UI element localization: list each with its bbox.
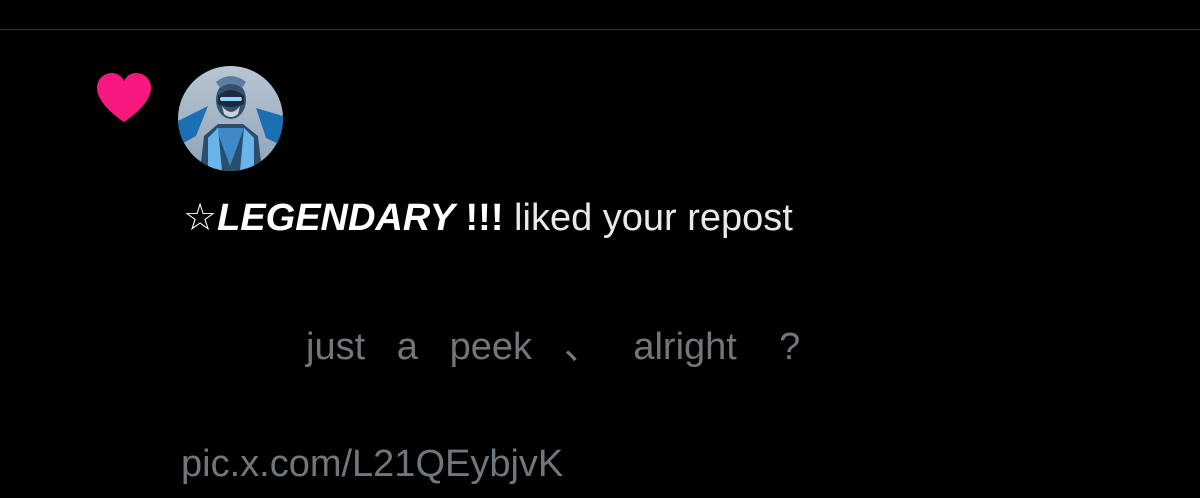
user-name-suffix: !!! <box>454 197 504 239</box>
avatar-image <box>178 66 283 171</box>
repost-text: just a peek 、 alright ? <box>306 326 801 368</box>
user-name-word: LEGENDARY <box>217 197 455 239</box>
notification-text: ☆LEGENDARY !!! liked your repost <box>183 196 793 240</box>
heart-icon <box>97 73 151 122</box>
like-notification[interactable]: ☆LEGENDARY !!! liked your repost just a … <box>0 0 1200 485</box>
post-link[interactable]: pic.x.com/L21QEybjvK <box>181 442 563 486</box>
user-name[interactable]: ☆LEGENDARY !!! <box>183 197 504 239</box>
avatar[interactable] <box>178 66 283 171</box>
star-glyph: ☆ <box>183 197 218 239</box>
action-text: liked your repost <box>503 197 793 239</box>
